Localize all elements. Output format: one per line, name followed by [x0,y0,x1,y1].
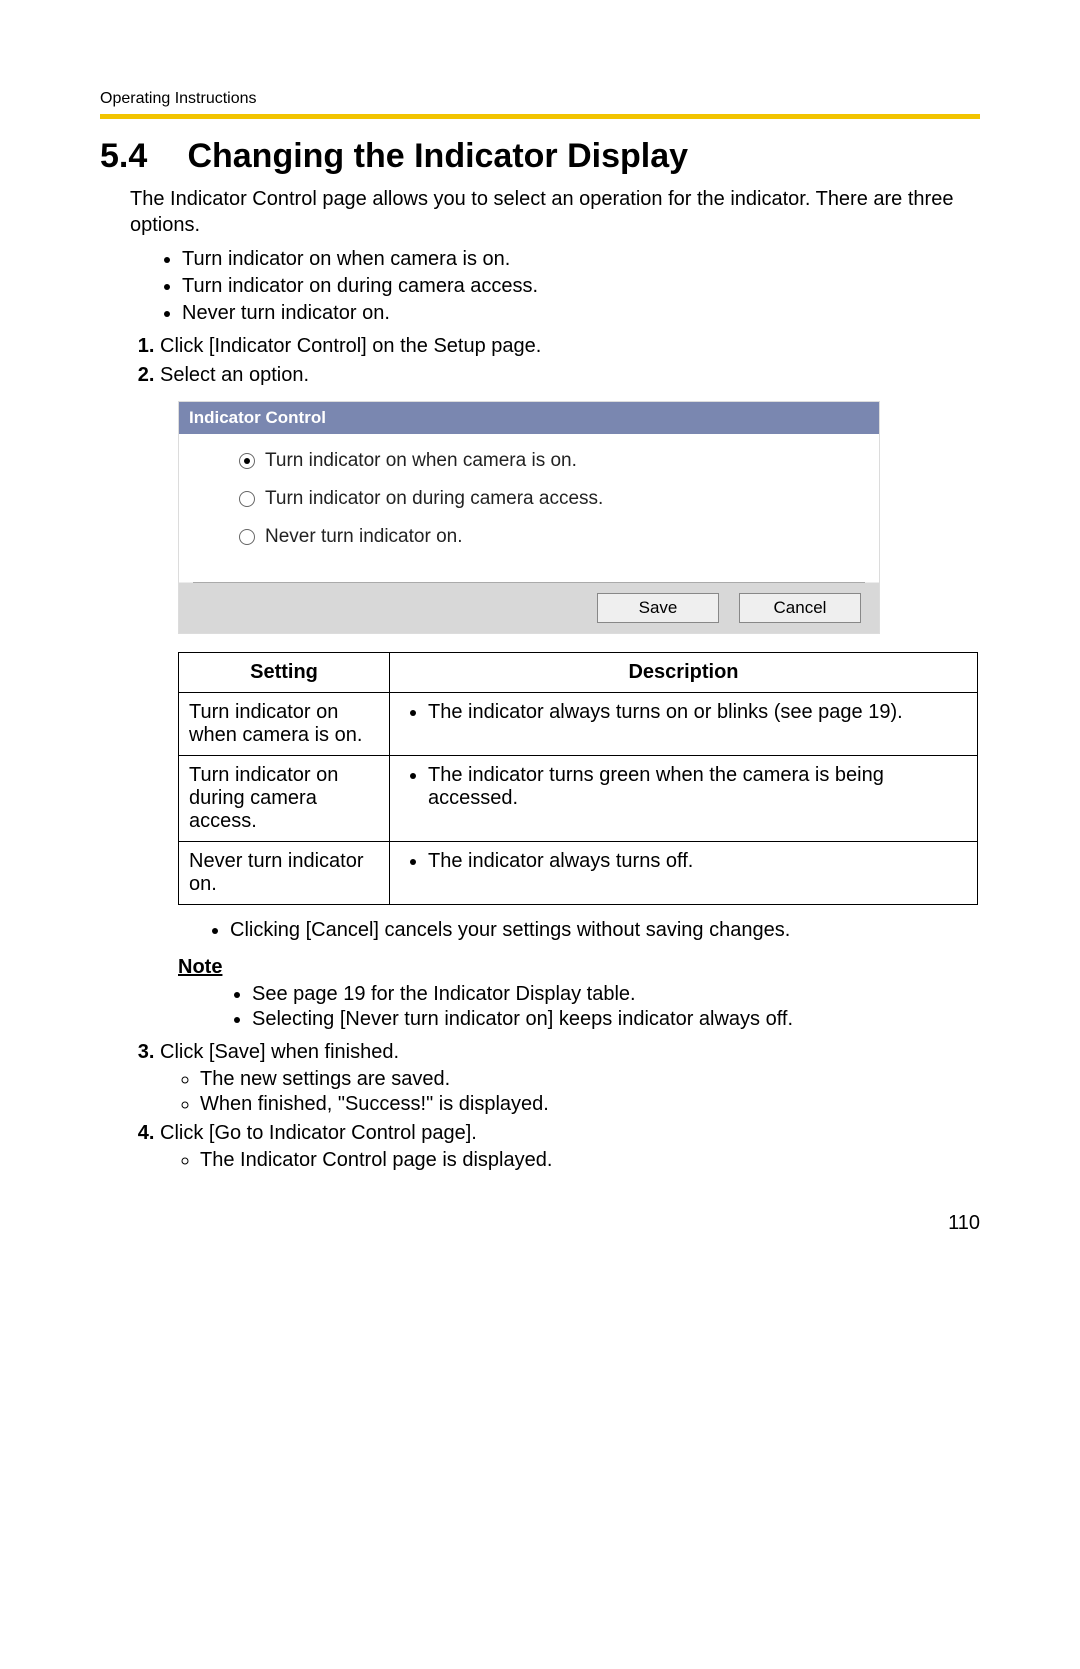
step-2-text: Select an option. [160,364,309,386]
panel-title: Indicator Control [179,402,879,434]
option-item: Turn indicator on during camera access. [182,275,980,298]
cell-description: The indicator always turns on or blinks … [390,693,978,756]
note-heading: Note [178,956,980,979]
table-row: Turn indicator on during camera access. … [179,756,978,842]
table-row: Turn indicator on when camera is on. The… [179,693,978,756]
section-title-text: Changing the Indicator Display [187,137,688,175]
step-3-text: Click [Save] when finished. [160,1041,399,1063]
manual-page: Operating Instructions 5.4 Changing the … [0,0,1080,1275]
indicator-control-panel: Indicator Control Turn indicator on when… [178,401,880,634]
cell-setting: Never turn indicator on. [179,842,390,905]
options-list: Turn indicator on when camera is on. Tur… [130,248,980,325]
cancel-button[interactable]: Cancel [739,593,861,623]
section-number: 5.4 [100,137,178,176]
panel-footer: Save Cancel [179,583,879,633]
radio-icon [239,453,255,469]
step-4-sub-item: The Indicator Control page is displayed. [200,1149,980,1172]
cell-setting: Turn indicator on during camera access. [179,756,390,842]
intro-paragraph: The Indicator Control page allows you to… [130,186,980,238]
cell-description: The indicator turns green when the camer… [390,756,978,842]
section-heading: 5.4 Changing the Indicator Display [100,137,980,176]
step-3: Click [Save] when finished. The new sett… [160,1041,980,1116]
cancel-note: Clicking [Cancel] cancels your settings … [230,919,980,942]
note-item: See page 19 for the Indicator Display ta… [252,983,980,1006]
cell-description: The indicator always turns off. [390,842,978,905]
panel-body: Turn indicator on when camera is on. Tur… [179,434,879,582]
settings-table: Setting Description Turn indicator on wh… [178,652,978,905]
radio-icon [239,491,255,507]
step-4: Click [Go to Indicator Control page]. Th… [160,1122,980,1172]
page-number: 110 [100,1212,980,1235]
table-header-row: Setting Description [179,653,978,693]
radio-label: Turn indicator on during camera access. [265,488,603,510]
radio-option-on-when-camera-on[interactable]: Turn indicator on when camera is on. [239,442,879,480]
step-1: Click [Indicator Control] on the Setup p… [160,335,980,358]
step-2: Select an option. [160,364,980,387]
header-rule [100,114,980,119]
desc-item: The indicator always turns off. [428,850,967,873]
step-3-sublist: The new settings are saved. When finishe… [160,1068,980,1116]
radio-label: Turn indicator on when camera is on. [265,450,577,472]
option-item: Turn indicator on when camera is on. [182,248,980,271]
running-header: Operating Instructions [100,90,980,108]
note-item: Selecting [Never turn indicator on] keep… [252,1008,980,1031]
cell-setting: Turn indicator on when camera is on. [179,693,390,756]
save-button[interactable]: Save [597,593,719,623]
step-4-sublist: The Indicator Control page is displayed. [160,1149,980,1172]
col-setting: Setting [179,653,390,693]
step-4-text: Click [Go to Indicator Control page]. [160,1122,477,1144]
steps-list-continued: Click [Save] when finished. The new sett… [130,1041,980,1172]
note-list: See page 19 for the Indicator Display ta… [200,983,980,1031]
desc-item: The indicator turns green when the camer… [428,764,967,810]
col-description: Description [390,653,978,693]
steps-list: Click [Indicator Control] on the Setup p… [130,335,980,387]
radio-label: Never turn indicator on. [265,526,463,548]
step-3-sub-item: The new settings are saved. [200,1068,980,1091]
radio-option-never-on[interactable]: Never turn indicator on. [239,518,879,556]
step-1-text: Click [Indicator Control] on the Setup p… [160,335,541,357]
option-item: Never turn indicator on. [182,302,980,325]
radio-icon [239,529,255,545]
after-table-notes: Clicking [Cancel] cancels your settings … [178,919,980,942]
table-row: Never turn indicator on. The indicator a… [179,842,978,905]
radio-option-on-during-access[interactable]: Turn indicator on during camera access. [239,480,879,518]
step-3-sub-item: When finished, "Success!" is displayed. [200,1093,980,1116]
desc-item: The indicator always turns on or blinks … [428,701,967,724]
